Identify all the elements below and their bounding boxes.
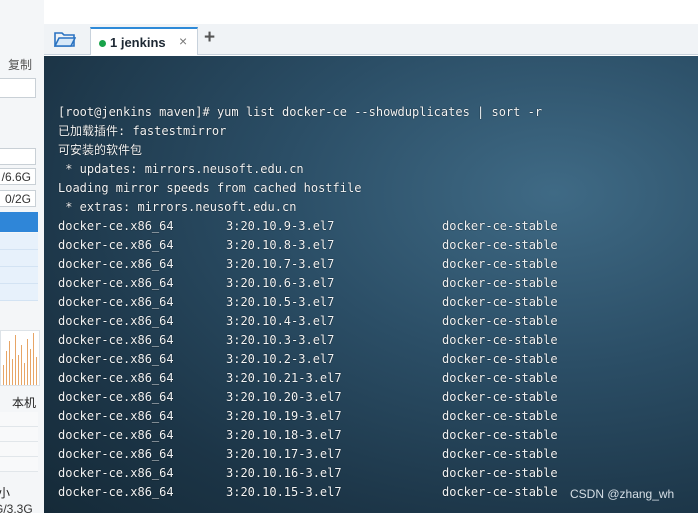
- package-name: docker-ce.x86_64: [58, 466, 174, 480]
- folder-icon[interactable]: [53, 30, 77, 48]
- swap-value: 0/2G: [0, 190, 36, 207]
- package-repo: docker-ce-stable: [442, 409, 558, 423]
- package-version: 3:20.10.15-3.el7: [226, 485, 342, 499]
- copy-button[interactable]: 复制: [8, 56, 32, 73]
- package-version: 3:20.10.3-3.el7: [226, 333, 335, 347]
- package-version: 3:20.10.21-3.el7: [226, 371, 342, 385]
- package-version: 3:20.10.7-3.el7: [226, 257, 335, 271]
- package-repo: docker-ce-stable: [442, 314, 558, 328]
- package-repo: docker-ce-stable: [442, 428, 558, 442]
- list-item[interactable]: [0, 233, 38, 250]
- package-row: docker-ce.x86_64 3:20.10.20-3.el7 docker-c…: [58, 388, 558, 407]
- package-row: docker-ce.x86_64 3:20.10.7-3.el7 docker-ce…: [58, 255, 558, 274]
- list-item[interactable]: [0, 412, 38, 427]
- terminal-line: [root@jenkins maven]# yum list docker-ce…: [58, 105, 543, 119]
- package-row: docker-ce.x86_64 3:20.10.5-3.el7 docker-ce…: [58, 293, 558, 312]
- list-item[interactable]: [0, 457, 38, 472]
- package-repo: docker-ce-stable: [442, 219, 558, 233]
- small-label: 小: [0, 486, 11, 500]
- list-item[interactable]: [0, 284, 38, 301]
- package-name: docker-ce.x86_64: [58, 352, 174, 366]
- package-row: docker-ce.x86_64 3:20.10.18-3.el7 docker-c…: [58, 426, 558, 445]
- package-row: docker-ce.x86_64 3:20.10.15-3.el7 docker-c…: [58, 483, 558, 502]
- tab-label: 1 jenkins: [110, 35, 166, 50]
- list-item[interactable]: [0, 427, 38, 442]
- package-row: docker-ce.x86_64 3:20.10.16-3.el7 docker-c…: [58, 464, 558, 483]
- package-name: docker-ce.x86_64: [58, 447, 174, 461]
- package-name: docker-ce.x86_64: [58, 409, 174, 423]
- package-row: docker-ce.x86_64 3:20.10.6-3.el7 docker-ce…: [58, 274, 558, 293]
- side-panel: 复制 /6.6G 0/2G 本机 小 G/3.3G: [0, 0, 44, 513]
- package-row: docker-ce.x86_64 3:20.10.3-3.el7 docker-ce…: [58, 331, 558, 350]
- package-version: 3:20.10.16-3.el7: [226, 466, 342, 480]
- package-repo: docker-ce-stable: [442, 238, 558, 252]
- package-repo: docker-ce-stable: [442, 333, 558, 347]
- memory-value: /6.6G: [0, 168, 36, 185]
- package-name: docker-ce.x86_64: [58, 371, 174, 385]
- package-version: 3:20.10.17-3.el7: [226, 447, 342, 461]
- package-name: docker-ce.x86_64: [58, 314, 174, 328]
- package-version: 3:20.10.8-3.el7: [226, 238, 335, 252]
- list-item[interactable]: [0, 442, 38, 457]
- package-name: docker-ce.x86_64: [58, 219, 174, 233]
- selected-row[interactable]: [0, 212, 38, 232]
- package-version: 3:20.10.9-3.el7: [226, 219, 335, 233]
- package-row: docker-ce.x86_64 3:20.10.2-3.el7 docker-ce…: [58, 350, 558, 369]
- package-version: 3:20.10.6-3.el7: [226, 276, 335, 290]
- side-field: [0, 148, 36, 165]
- package-name: docker-ce.x86_64: [58, 428, 174, 442]
- tab-jenkins[interactable]: 1 jenkins ×: [90, 27, 198, 55]
- package-repo: docker-ce-stable: [442, 485, 558, 499]
- package-row: docker-ce.x86_64 3:20.10.9-3.el7 docker-ce…: [58, 217, 558, 236]
- package-version: 3:20.10.5-3.el7: [226, 295, 335, 309]
- package-repo: docker-ce-stable: [442, 371, 558, 385]
- package-name: docker-ce.x86_64: [58, 238, 174, 252]
- package-repo: docker-ce-stable: [442, 352, 558, 366]
- package-repo: docker-ce-stable: [442, 276, 558, 290]
- connection-status-icon: [99, 40, 106, 47]
- package-row: docker-ce.x86_64 3:20.10.19-3.el7 docker-c…: [58, 407, 558, 426]
- package-version: 3:20.10.18-3.el7: [226, 428, 342, 442]
- terminal-line: 已加载插件: fastestmirror: [58, 124, 227, 138]
- terminal-line: * extras: mirrors.neusoft.edu.cn: [58, 200, 297, 214]
- list-item[interactable]: [0, 267, 38, 284]
- terminal-line: Loading mirror speeds from cached hostfi…: [58, 181, 362, 195]
- terminal-line: 可安装的软件包: [58, 143, 143, 157]
- package-repo: docker-ce-stable: [442, 447, 558, 461]
- list-item[interactable]: [0, 250, 38, 267]
- package-name: docker-ce.x86_64: [58, 295, 174, 309]
- terminal-output: [root@jenkins maven]# yum list docker-ce…: [58, 103, 558, 502]
- package-version: 3:20.10.2-3.el7: [226, 352, 335, 366]
- close-icon[interactable]: ×: [179, 34, 187, 48]
- plus-icon[interactable]: +: [204, 27, 215, 49]
- package-row: docker-ce.x86_64 3:20.10.21-3.el7 docker-c…: [58, 369, 558, 388]
- package-repo: docker-ce-stable: [442, 295, 558, 309]
- package-version: 3:20.10.19-3.el7: [226, 409, 342, 423]
- package-version: 3:20.10.20-3.el7: [226, 390, 342, 404]
- tab-bar: 1 jenkins × +: [44, 24, 698, 55]
- package-repo: docker-ce-stable: [442, 257, 558, 271]
- package-row: docker-ce.x86_64 3:20.10.17-3.el7 docker-c…: [58, 445, 558, 464]
- package-row: docker-ce.x86_64 3:20.10.4-3.el7 docker-ce…: [58, 312, 558, 331]
- local-label[interactable]: 本机: [12, 394, 36, 411]
- package-repo: docker-ce-stable: [442, 466, 558, 480]
- terminal-line: * updates: mirrors.neusoft.edu.cn: [58, 162, 304, 176]
- side-input[interactable]: [0, 78, 36, 98]
- package-row: docker-ce.x86_64 3:20.10.8-3.el7 docker-ce…: [58, 236, 558, 255]
- terminal[interactable]: [root@jenkins maven]# yum list docker-ce…: [44, 56, 698, 513]
- network-graph: [0, 330, 40, 386]
- memory-usage: G/3.3G: [0, 502, 33, 513]
- package-name: docker-ce.x86_64: [58, 390, 174, 404]
- package-name: docker-ce.x86_64: [58, 276, 174, 290]
- package-repo: docker-ce-stable: [442, 390, 558, 404]
- package-name: docker-ce.x86_64: [58, 485, 174, 499]
- watermark: CSDN @zhang_wh: [570, 487, 675, 501]
- package-version: 3:20.10.4-3.el7: [226, 314, 335, 328]
- package-name: docker-ce.x86_64: [58, 333, 174, 347]
- package-name: docker-ce.x86_64: [58, 257, 174, 271]
